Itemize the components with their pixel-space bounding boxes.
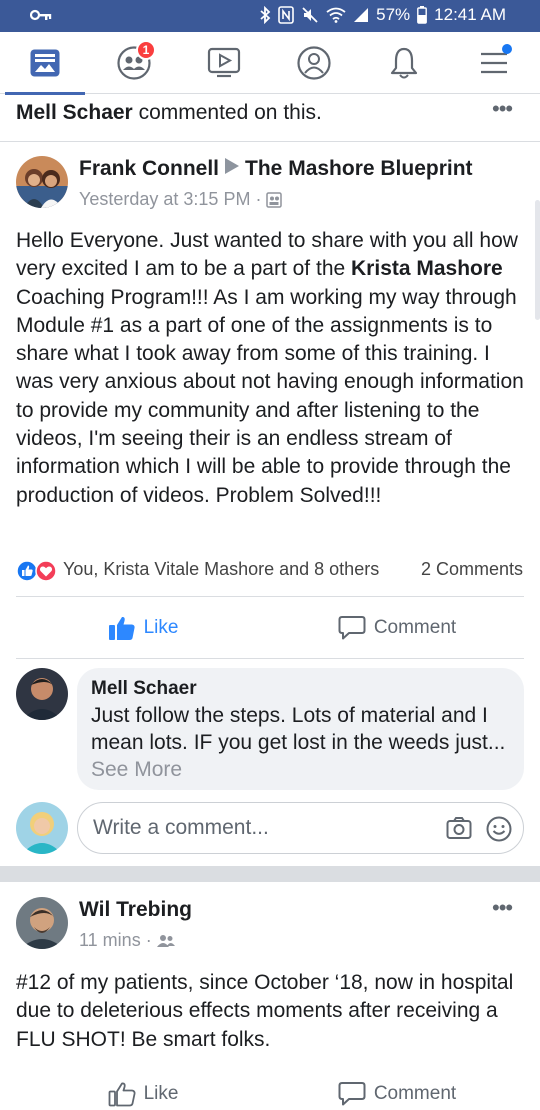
story-action: commented on this. — [138, 101, 322, 124]
divider — [16, 658, 524, 659]
post2-like-button[interactable]: Like — [16, 1063, 270, 1110]
post-author-name[interactable]: Frank Connell — [79, 157, 219, 180]
watch-tab[interactable] — [184, 32, 264, 94]
post2-meta: 11 mins · — [79, 930, 175, 951]
mute-icon — [302, 7, 318, 23]
commenter-avatar[interactable] — [16, 668, 68, 720]
comment-button[interactable]: Comment — [270, 597, 524, 659]
profile-icon — [297, 46, 331, 80]
post-timestamp[interactable]: Yesterday at 3:15 PM — [79, 189, 250, 210]
see-more-link[interactable]: See More — [91, 758, 182, 781]
like-label: Like — [143, 617, 179, 638]
thumbs-up-filled-icon — [108, 616, 135, 640]
friends-audience-icon — [156, 934, 175, 947]
menu-tab[interactable] — [454, 32, 534, 94]
comment-label: Comment — [373, 617, 457, 638]
post2-comment-button[interactable]: Comment — [270, 1063, 524, 1110]
post2-comment-label: Comment — [373, 1083, 457, 1104]
post-group-name[interactable]: The Mashore Blueprint — [245, 157, 473, 180]
like-love-reaction-icons — [16, 560, 57, 582]
news-feed-icon — [30, 49, 60, 77]
post2-more-options-icon[interactable]: ••• — [492, 897, 513, 919]
vpn-key-icon — [30, 9, 52, 21]
meta-separator: · — [255, 189, 262, 209]
group-audience-icon — [266, 191, 283, 208]
post-meta: Yesterday at 3:15 PM · — [79, 189, 283, 210]
story-actor[interactable]: Mell Schaer — [16, 101, 133, 124]
signal-icon — [354, 8, 369, 22]
post2-author-name[interactable]: Wil Trebing — [79, 898, 192, 922]
friend-requests-badge: 1 — [136, 40, 156, 60]
meta-separator: · — [145, 930, 152, 950]
comment-icon — [338, 616, 366, 640]
battery-icon — [417, 6, 428, 24]
wifi-icon — [326, 7, 346, 23]
like-button[interactable]: Like — [16, 597, 270, 659]
comment-icon — [338, 1082, 366, 1106]
feed-divider — [0, 866, 540, 882]
post-author-line: Frank Connell The Mashore Blueprint — [79, 157, 473, 181]
battery-percent: 57% — [376, 5, 411, 24]
post2-body: #12 of my patients, since October ‘18, n… — [16, 971, 514, 1051]
video-icon — [207, 47, 241, 78]
comment-text: Just follow the steps. Lots of material … — [91, 702, 510, 783]
menu-notification-dot — [502, 44, 512, 54]
comment-bubble[interactable]: Mell Schaer Just follow the steps. Lots … — [77, 668, 524, 790]
bell-icon — [390, 47, 418, 79]
camera-icon[interactable] — [446, 816, 472, 840]
post-body: Hello Everyone. Just wanted to share wit… — [16, 227, 528, 510]
clock: 12:41 AM — [434, 5, 506, 24]
status-bar: 57% 12:41 AM — [0, 0, 540, 32]
current-user-avatar[interactable] — [16, 802, 68, 854]
comment-author[interactable]: Mell Schaer — [91, 678, 510, 700]
top-nav-bar: 1 — [0, 32, 540, 95]
comment-text-body: Just follow the steps. Lots of material … — [91, 704, 506, 754]
post2-author-avatar[interactable] — [16, 897, 68, 949]
profile-tab[interactable] — [274, 32, 354, 94]
thumbs-up-outline-icon — [108, 1082, 136, 1107]
post2-like-label: Like — [143, 1083, 179, 1104]
post2-timestamp[interactable]: 11 mins — [79, 930, 141, 951]
post-actions: Like Comment — [16, 597, 524, 659]
nfc-icon — [278, 6, 294, 24]
news-feed-tab[interactable] — [5, 32, 85, 95]
notifications-tab[interactable] — [364, 32, 444, 94]
reactions-names[interactable]: You, Krista Vitale Mashore and 8 others — [63, 559, 379, 580]
arrow-right-icon — [225, 158, 240, 174]
scrollbar[interactable] — [535, 200, 540, 320]
comment-input-placeholder: Write a comment... — [93, 816, 269, 839]
comment-input[interactable]: Write a comment... — [77, 802, 524, 854]
reactions-summary[interactable]: You, Krista Vitale Mashore and 8 others … — [16, 558, 528, 584]
post-body-text-2: Coaching Program!!! As I am working my w… — [16, 285, 524, 507]
post2-actions: Like Comment — [16, 1063, 524, 1110]
emoji-icon[interactable] — [486, 816, 512, 842]
bluetooth-icon — [260, 6, 271, 24]
comments-count[interactable]: 2 Comments — [421, 559, 523, 580]
story-header-text: Mell Schaer commented on this. — [16, 101, 322, 125]
post-author-avatar[interactable] — [16, 156, 68, 208]
post-body-mention[interactable]: Krista Mashore — [351, 257, 503, 280]
story-header: Mell Schaer commented on this. ••• — [0, 94, 540, 142]
story-more-options-icon[interactable]: ••• — [492, 98, 513, 120]
friend-requests-tab[interactable]: 1 — [94, 32, 174, 94]
